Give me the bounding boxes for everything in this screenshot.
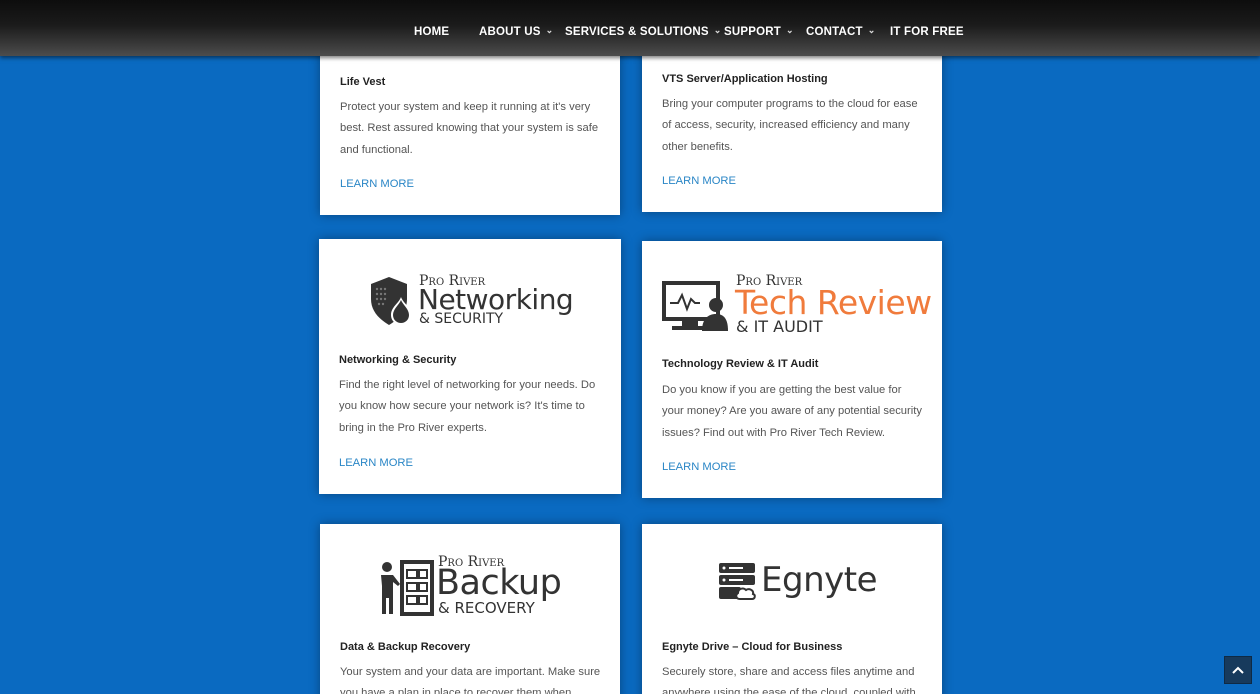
- server-cloud-icon: [719, 563, 756, 600]
- chevron-up-icon: [1232, 666, 1244, 674]
- card-description: Find the right level of networking for y…: [339, 379, 596, 434]
- presenter-server-icon: [381, 560, 434, 616]
- card-title: Egnyte Drive – Cloud for Business: [662, 641, 843, 653]
- card-description: Protect your system and keep it running …: [340, 101, 599, 156]
- chevron-down-icon: ⌄: [545, 25, 554, 35]
- nav-item-label: SERVICES & SOLUTIONS: [565, 26, 709, 38]
- card-title: VTS Server/Application Hosting: [662, 73, 828, 85]
- nav-item-home[interactable]: HOME: [414, 25, 449, 39]
- shield-lock-icon: [371, 277, 411, 325]
- card-title: Data & Backup Recovery: [340, 641, 471, 653]
- nav-item-it-for-free[interactable]: IT FOR FREE: [890, 25, 964, 39]
- nav-item-label: IT FOR FREE: [890, 26, 964, 38]
- monitor-person-icon: [662, 281, 728, 331]
- logo-subtitle-text: & SECURITY: [419, 311, 504, 327]
- pro-river-backup-logo: Pro River Backup & RECOVERY: [380, 554, 580, 618]
- card-description: Securely store, share and access files a…: [662, 666, 916, 694]
- scroll-to-top-button[interactable]: [1224, 656, 1252, 684]
- learn-more-link[interactable]: LEARN MORE: [340, 178, 414, 190]
- chevron-down-icon: ⌄: [713, 25, 722, 35]
- logo-product-text: Backup: [436, 563, 562, 603]
- nav-item-label: SUPPORT: [724, 26, 781, 38]
- nav-item-label: ABOUT US: [479, 26, 541, 38]
- pro-river-tech-review-logo: Pro River Tech Review & IT AUDIT: [662, 273, 932, 336]
- chevron-down-icon: ⌄: [867, 25, 876, 35]
- nav-item-support[interactable]: SUPPORT ⌄: [724, 25, 794, 39]
- chevron-down-icon: ⌄: [786, 25, 794, 35]
- egnyte-logo: Egnyte: [718, 560, 878, 604]
- nav-item-about-us[interactable]: ABOUT US ⌄: [479, 25, 553, 39]
- learn-more-link[interactable]: LEARN MORE: [339, 457, 413, 469]
- learn-more-link[interactable]: LEARN MORE: [662, 175, 736, 187]
- logo-subtitle-text: & IT AUDIT: [736, 317, 823, 336]
- card-title: Life Vest: [340, 76, 386, 88]
- card-title: Networking & Security: [339, 354, 457, 366]
- nav-item-services-solutions[interactable]: SERVICES & SOLUTIONS ⌄: [565, 25, 721, 39]
- learn-more-link[interactable]: LEARN MORE: [662, 461, 736, 473]
- card-description: Your system and your data are important.…: [340, 666, 601, 694]
- service-card-tech-review: Pro River Tech Review & IT AUDIT Technol…: [642, 241, 942, 498]
- card-description: Bring your computer programs to the clou…: [662, 98, 918, 153]
- card-title: Technology Review & IT Audit: [662, 358, 819, 370]
- card-description: Do you know if you are getting the best …: [662, 384, 922, 439]
- logo-subtitle-text: & RECOVERY: [438, 599, 535, 617]
- nav-item-label: HOME: [414, 26, 450, 38]
- nav-item-contact[interactable]: CONTACT ⌄: [806, 25, 876, 39]
- service-card-backup-recovery: Pro River Backup & RECOVERY Data & Backu…: [320, 524, 620, 694]
- service-card-egnyte: Egnyte Egnyte Drive – Cloud for Business…: [642, 524, 942, 694]
- top-navigation-bar: HOME ABOUT US ⌄ SERVICES & SOLUTIONS ⌄ SUP…: [0, 0, 1260, 56]
- logo-product-text: Egnyte: [761, 560, 877, 600]
- service-card-networking-security: Pro River Networking & SECURITY Networki…: [319, 239, 621, 494]
- pro-river-networking-logo: Pro River Networking & SECURITY: [369, 273, 579, 329]
- nav-item-label: CONTACT: [806, 26, 863, 38]
